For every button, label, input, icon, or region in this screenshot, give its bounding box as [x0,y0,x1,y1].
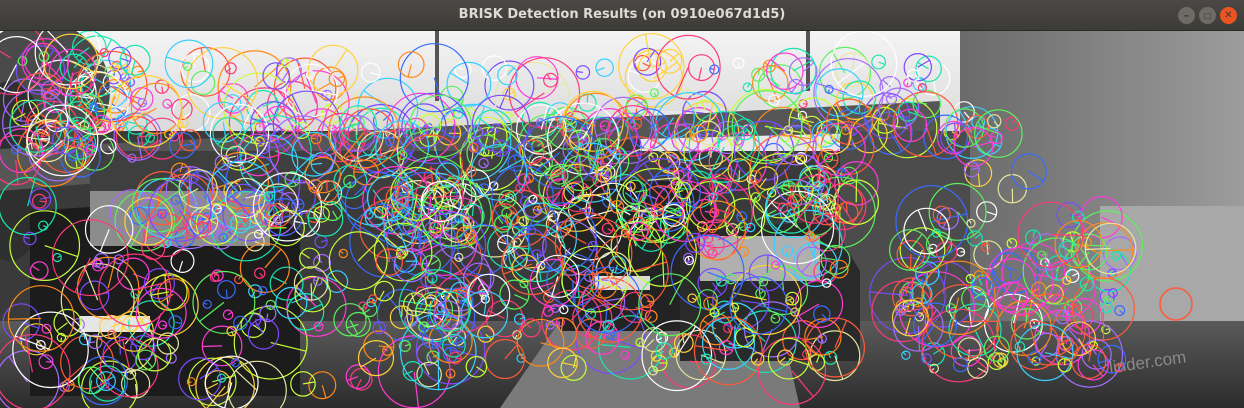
keypoint-orientation [712,193,715,198]
keypoint-orientation [401,305,403,318]
window-title: BRISK Detection Results (on 0910e067d1d5… [458,7,786,22]
keypoint-orientation [371,298,374,303]
keypoint-orientation [778,207,783,209]
keypoint-orientation [311,137,317,140]
keypoint-orientation [202,345,223,348]
keypoint-orientation [310,283,313,301]
bridge-pole-2 [806,31,810,91]
minimize-button[interactable]: – [1178,7,1195,24]
app-window: BRISK Detection Results (on 0910e067d1d5… [0,0,1244,408]
close-icon: ✕ [1224,9,1233,21]
keypoint-orientation [579,155,581,174]
keypoint-orientation [738,170,741,182]
keypoint-orientation [221,377,226,380]
keypoint-orientation [443,227,458,229]
keypoint-orientation [522,216,525,222]
keypoint-orientation [766,254,769,273]
keypoint-orientation [389,141,392,146]
detection-image: linder.com [0,31,1244,408]
keypoint-orientation [40,137,50,140]
image-view: linder.com [0,31,1244,408]
keypoint-orientation [225,289,228,299]
keypoint-orientation [68,384,75,386]
keypoint-orientation [803,103,808,105]
keypoint-orientation [39,200,47,203]
keypoint-orientation [8,317,42,320]
keypoint-orientation [203,302,208,305]
keypoint-orientation [575,166,580,169]
minimize-icon: – [1183,9,1190,22]
keypoint-orientation [702,131,709,134]
keypoint-orientation [1025,308,1028,324]
keypoint-orientation [710,146,712,158]
keypoint-orientation [188,166,191,190]
keypoint-orientation [673,352,676,358]
keypoint-orientation [647,300,654,303]
keypoint-orientation [910,125,912,142]
maximize-icon: □ [1203,10,1212,20]
keypoint-orientation [703,244,714,247]
keypoint-orientation [678,188,698,190]
keypoint-orientation [481,298,486,300]
title-bar[interactable]: BRISK Detection Results (on 0910e067d1d5… [0,0,1244,31]
keypoint-orientation [572,280,574,307]
keypoint-orientation [844,126,847,131]
keypoint-orientation [258,290,263,292]
keypoint-orientation [1104,249,1133,252]
keypoint-orientation [388,248,390,263]
keypoint-orientation [45,361,53,363]
keypoint-orientation [1066,279,1071,282]
maximize-button[interactable]: □ [1199,7,1216,24]
keypoint-orientation [349,181,351,188]
close-button[interactable]: ✕ [1220,7,1237,24]
keypoint-orientation [144,195,147,200]
